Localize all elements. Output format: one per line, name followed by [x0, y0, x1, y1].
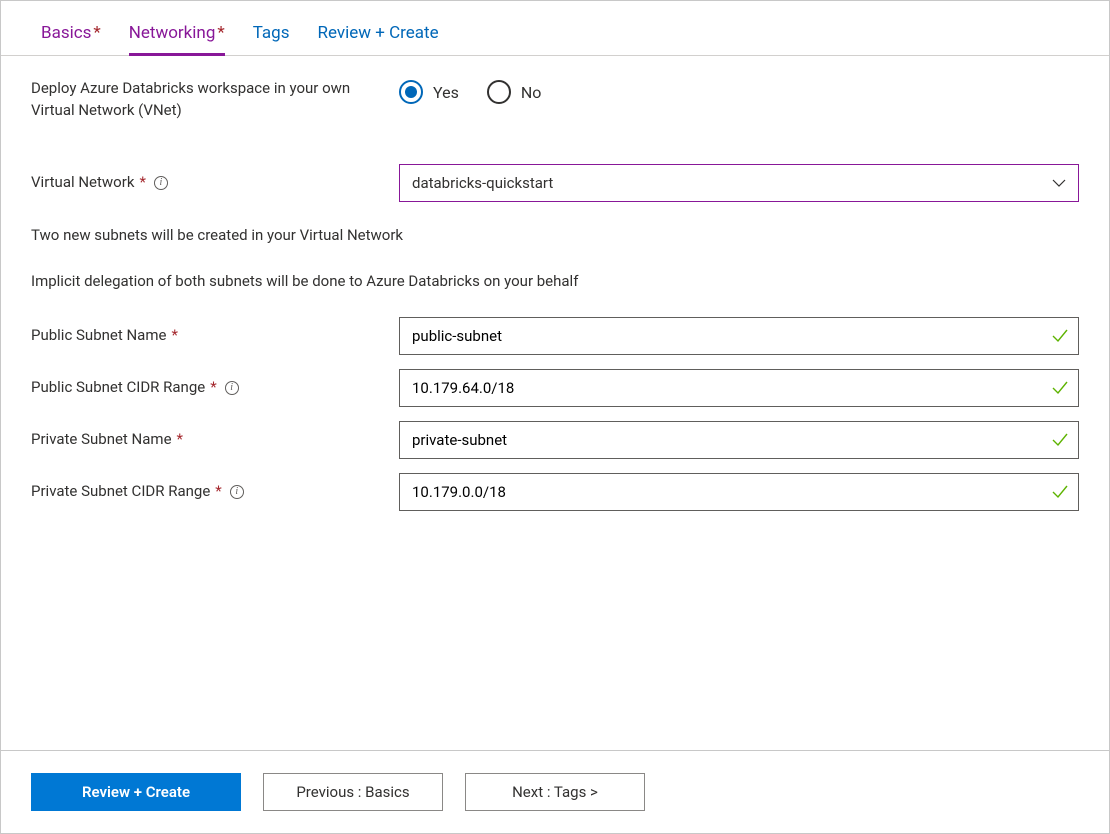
- field-virtual-network: Virtual Network * i databricks-quickstar…: [31, 164, 1079, 202]
- private-subnet-name-label: Private Subnet Name *: [31, 429, 399, 451]
- tab-tags[interactable]: Tags: [253, 23, 290, 55]
- subnets-info-line2: Implicit delegation of both subnets will…: [31, 270, 1079, 293]
- subnets-info-line1: Two new subnets will be created in your …: [31, 224, 1079, 247]
- required-asterisk: *: [139, 172, 145, 194]
- deploy-vnet-radio-group: Yes No: [399, 78, 1079, 104]
- wizard-tabs: Basics* Networking* Tags Review + Create: [1, 1, 1109, 56]
- tab-review-create[interactable]: Review + Create: [317, 23, 438, 55]
- tab-networking-label: Networking: [129, 23, 216, 43]
- public-subnet-name-label: Public Subnet Name *: [31, 325, 399, 347]
- private-subnet-name-input[interactable]: [399, 421, 1079, 459]
- info-icon[interactable]: i: [230, 485, 244, 499]
- radio-unselected-icon: [487, 80, 511, 104]
- field-public-subnet-name: Public Subnet Name *: [31, 317, 1079, 355]
- tab-networking[interactable]: Networking*: [129, 23, 225, 56]
- tab-tags-label: Tags: [253, 23, 290, 43]
- required-asterisk: *: [171, 325, 177, 347]
- field-public-subnet-cidr: Public Subnet CIDR Range * i: [31, 369, 1079, 407]
- required-asterisk: *: [93, 23, 100, 43]
- field-private-subnet-cidr: Private Subnet CIDR Range * i: [31, 473, 1079, 511]
- check-icon: [1051, 431, 1069, 449]
- private-subnet-cidr-label: Private Subnet CIDR Range * i: [31, 481, 399, 503]
- tab-basics[interactable]: Basics*: [41, 23, 101, 55]
- networking-form-panel: Basics* Networking* Tags Review + Create…: [0, 0, 1110, 834]
- public-subnet-name-input[interactable]: [399, 317, 1079, 355]
- info-icon[interactable]: i: [154, 176, 168, 190]
- radio-no[interactable]: No: [487, 80, 542, 104]
- check-icon: [1051, 379, 1069, 397]
- required-asterisk: *: [210, 377, 216, 399]
- review-create-button[interactable]: Review + Create: [31, 773, 241, 811]
- tab-review-label: Review + Create: [317, 23, 438, 43]
- deploy-vnet-control: Yes No: [399, 78, 1079, 104]
- field-deploy-vnet: Deploy Azure Databricks workspace in you…: [31, 78, 1079, 122]
- private-subnet-cidr-input[interactable]: [399, 473, 1079, 511]
- virtual-network-value: databricks-quickstart: [412, 174, 553, 192]
- previous-button[interactable]: Previous : Basics: [263, 773, 443, 811]
- required-asterisk: *: [215, 481, 221, 503]
- required-asterisk: *: [217, 23, 224, 43]
- radio-yes[interactable]: Yes: [399, 80, 459, 104]
- next-button[interactable]: Next : Tags >: [465, 773, 645, 811]
- wizard-footer: Review + Create Previous : Basics Next :…: [1, 750, 1109, 833]
- required-asterisk: *: [177, 429, 183, 451]
- chevron-down-icon: [1052, 176, 1066, 190]
- field-private-subnet-name: Private Subnet Name *: [31, 421, 1079, 459]
- virtual-network-select[interactable]: databricks-quickstart: [399, 164, 1079, 202]
- public-subnet-cidr-label: Public Subnet CIDR Range * i: [31, 377, 399, 399]
- public-subnet-cidr-input[interactable]: [399, 369, 1079, 407]
- tab-basics-label: Basics: [41, 23, 91, 43]
- virtual-network-label: Virtual Network * i: [31, 172, 399, 194]
- check-icon: [1051, 327, 1069, 345]
- radio-selected-icon: [399, 80, 423, 104]
- radio-yes-label: Yes: [433, 83, 459, 102]
- form-body: Deploy Azure Databricks workspace in you…: [1, 56, 1109, 511]
- radio-no-label: No: [521, 83, 542, 102]
- deploy-vnet-label: Deploy Azure Databricks workspace in you…: [31, 78, 399, 122]
- info-icon[interactable]: i: [225, 381, 239, 395]
- check-icon: [1051, 483, 1069, 501]
